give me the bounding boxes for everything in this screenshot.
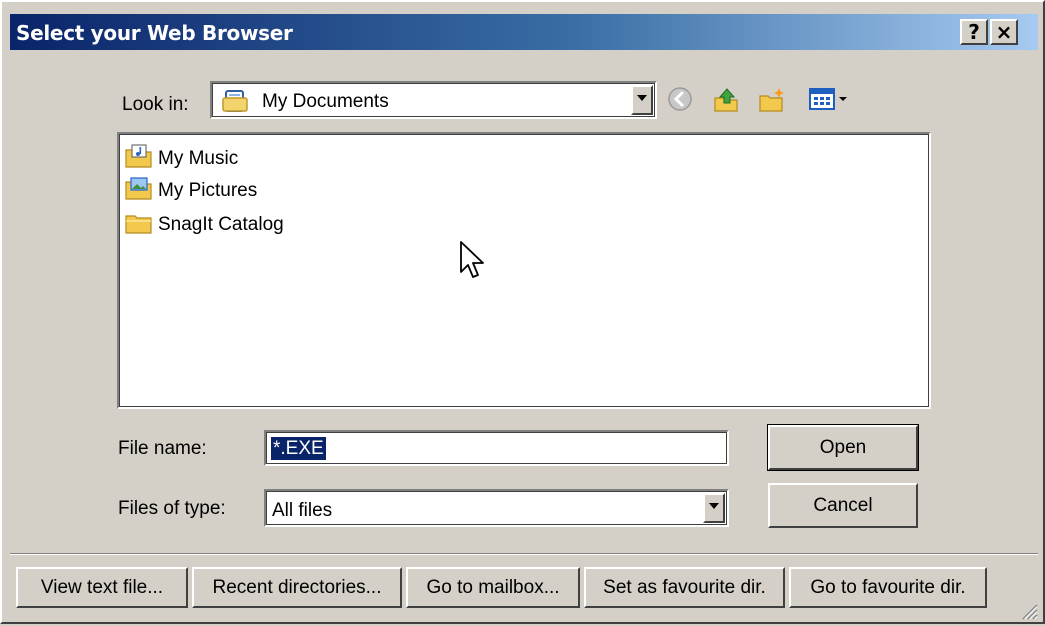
file-name: SnagIt Catalog: [158, 214, 284, 235]
music-folder-icon: [124, 143, 158, 175]
go-to-mailbox-button[interactable]: Go to mailbox...: [406, 567, 580, 608]
file-name: My Pictures: [158, 180, 258, 201]
up-folder-icon[interactable]: [712, 86, 740, 120]
view-menu-icon[interactable]: [808, 86, 850, 118]
dialog-title: Select your Web Browser: [16, 21, 293, 45]
look-in-label: Look in:: [122, 94, 189, 115]
file-name-field[interactable]: *.EXE: [264, 430, 729, 466]
files-of-type-label: Files of type:: [118, 498, 226, 519]
recent-directories-button[interactable]: Recent directories...: [192, 567, 402, 608]
close-button[interactable]: ×: [990, 19, 1018, 45]
look-in-dropdown[interactable]: My Documents: [210, 81, 657, 119]
help-button[interactable]: ?: [960, 19, 988, 45]
title-bar[interactable]: Select your Web Browser ? ×: [10, 14, 1038, 50]
go-to-favourite-dir-button[interactable]: Go to favourite dir.: [789, 567, 987, 608]
look-in-dropdown-button[interactable]: [631, 85, 653, 115]
view-text-file-button[interactable]: View text file...: [16, 567, 188, 608]
files-of-type-value: All files: [272, 500, 333, 521]
cancel-button[interactable]: Cancel: [768, 483, 918, 528]
list-item[interactable]: My Music: [124, 144, 238, 174]
set-favourite-dir-button[interactable]: Set as favourite dir.: [584, 567, 785, 608]
list-item[interactable]: SnagIt Catalog: [124, 210, 284, 240]
files-of-type-dropdown-button[interactable]: [703, 493, 725, 523]
my-documents-icon: [222, 89, 248, 119]
file-name: My Music: [158, 148, 239, 169]
file-name-label: File name:: [118, 438, 207, 459]
open-button[interactable]: Open: [767, 424, 919, 471]
dialog-window: Select your Web Browser ? × Look in: My …: [0, 0, 1045, 624]
file-list[interactable]: My Music My Pictures SnagIt Catalog: [117, 132, 931, 409]
cursor-icon: [459, 240, 487, 288]
pictures-folder-icon: [124, 175, 158, 207]
file-name-value: *.EXE: [271, 437, 326, 460]
back-icon[interactable]: [667, 86, 693, 118]
resize-grip-icon[interactable]: [1020, 602, 1038, 626]
new-folder-icon[interactable]: [757, 86, 787, 120]
files-of-type-dropdown[interactable]: All files: [264, 489, 729, 527]
list-item[interactable]: My Pictures: [124, 176, 257, 206]
divider: [10, 553, 1038, 555]
look-in-value: My Documents: [262, 91, 389, 112]
folder-icon: [124, 209, 158, 241]
